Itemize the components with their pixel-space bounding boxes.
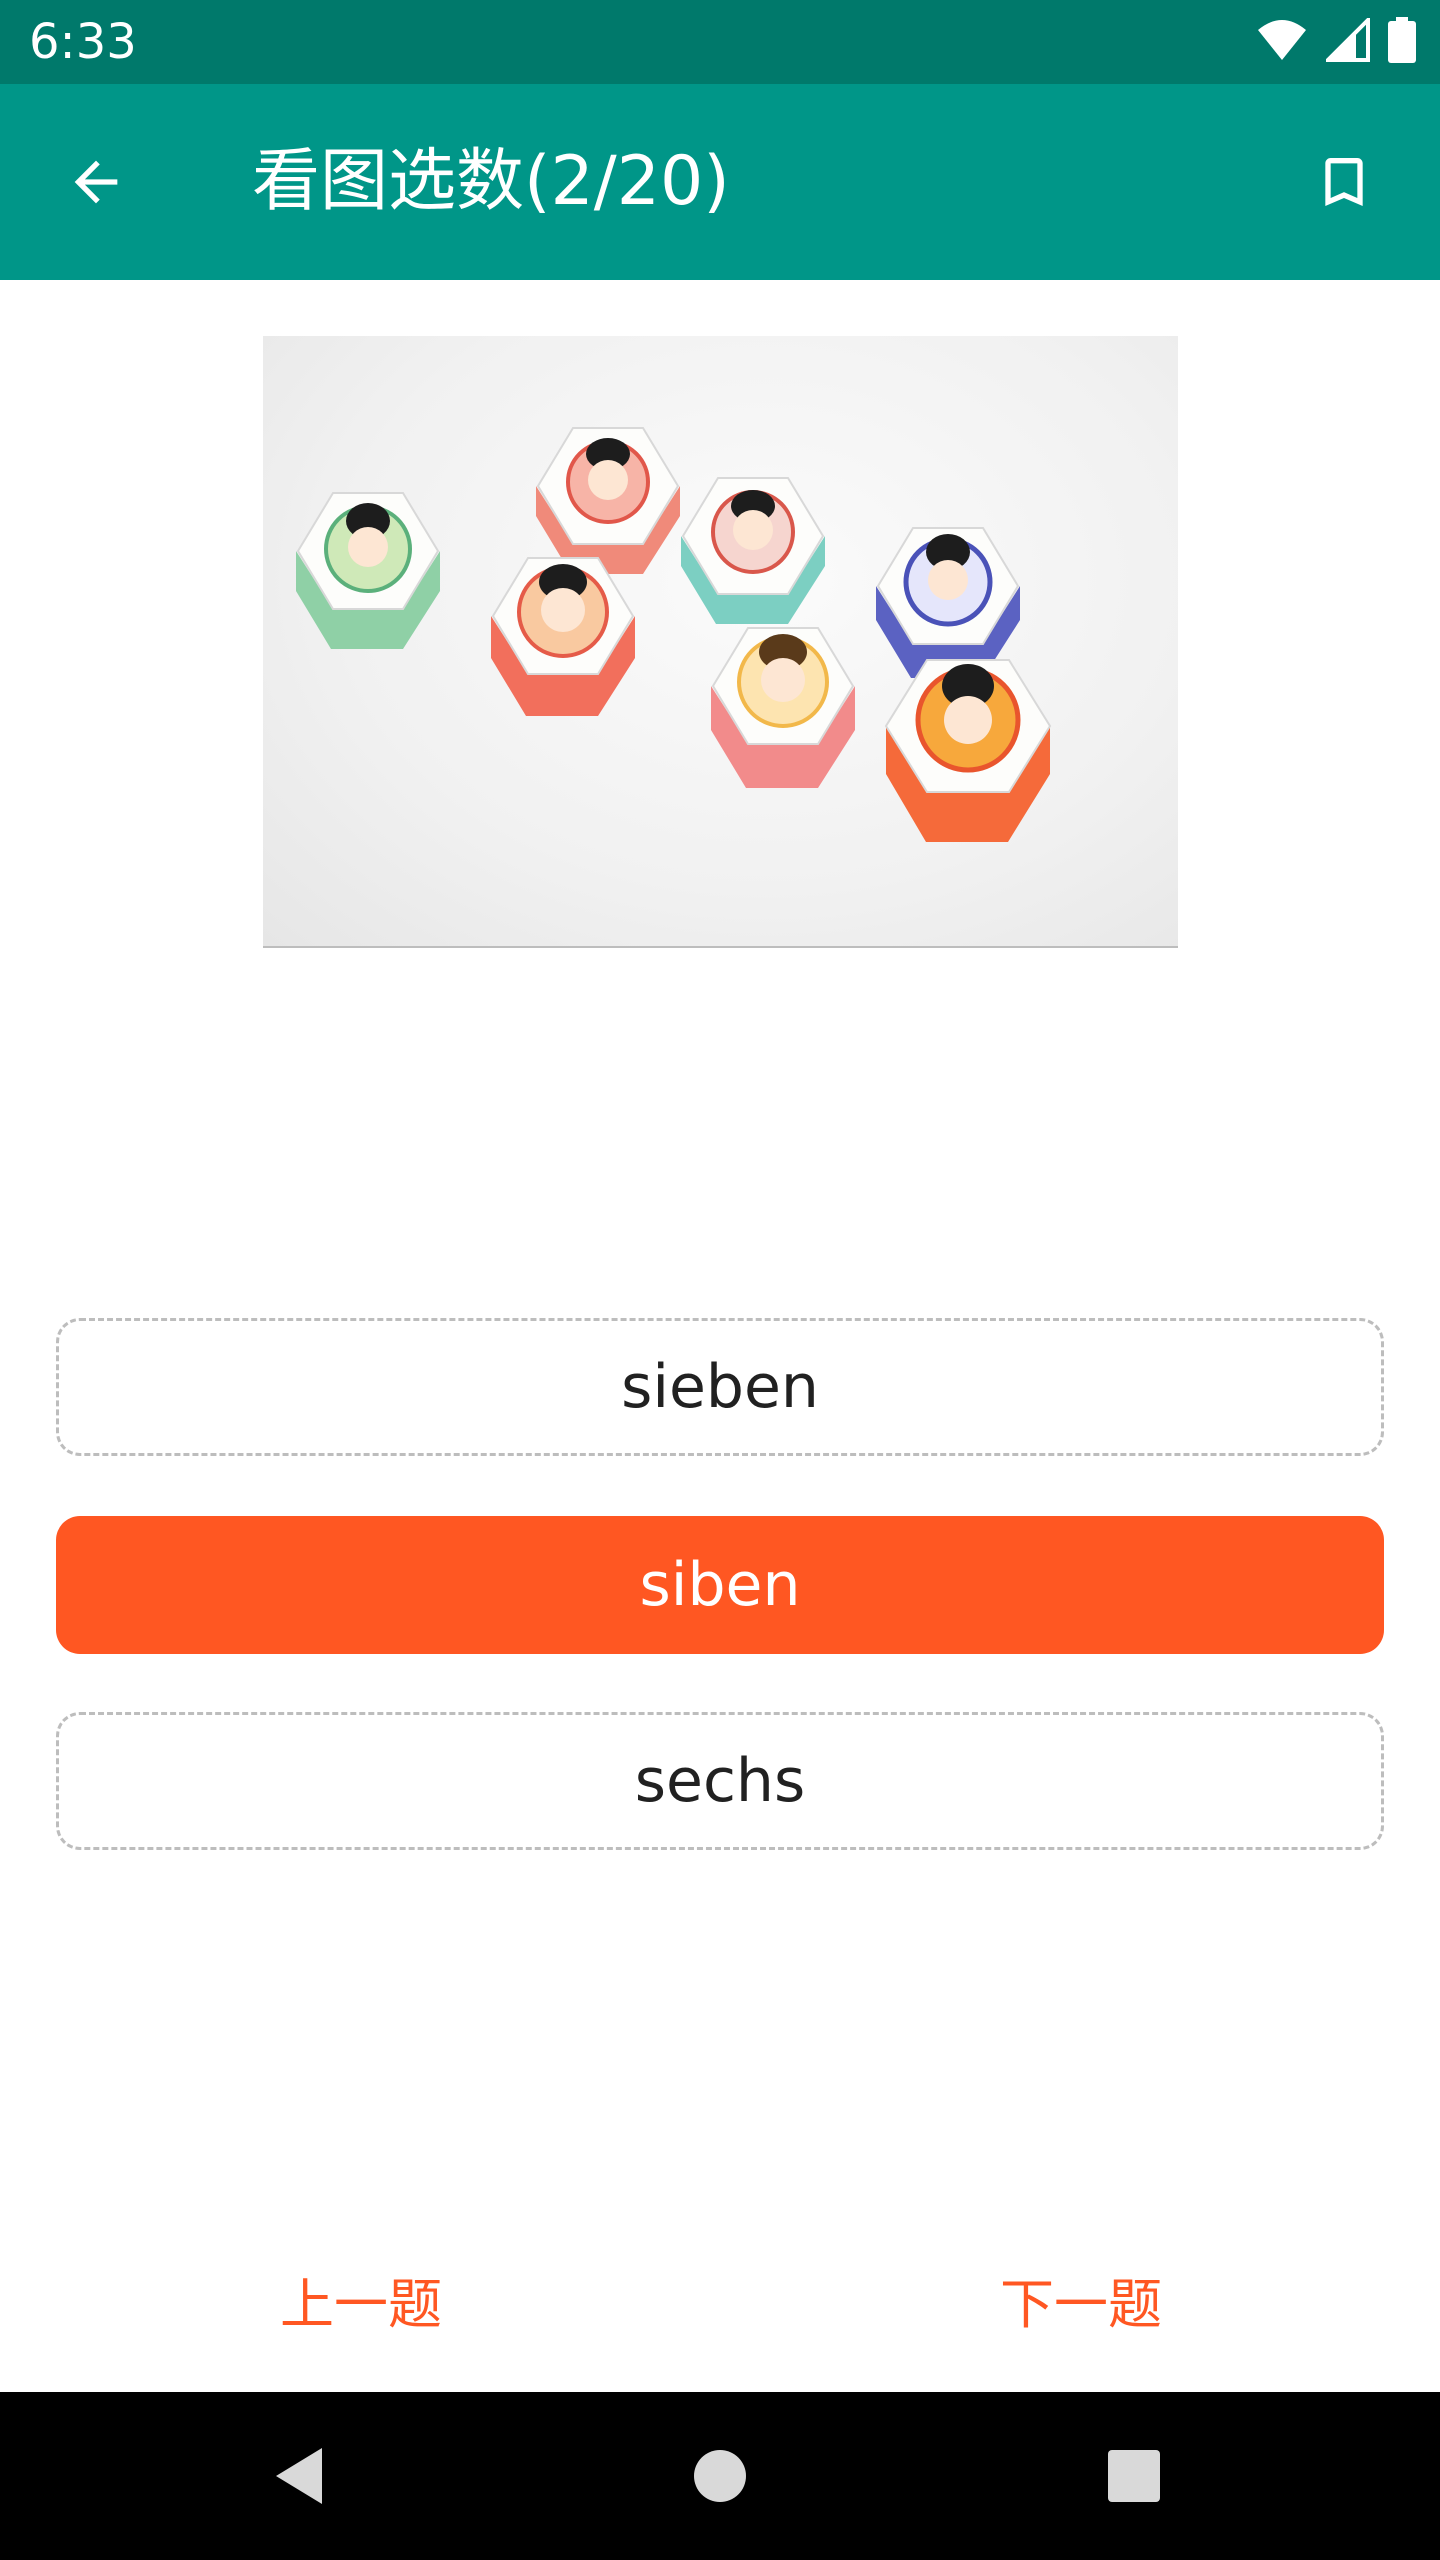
bookmark-button[interactable] — [1296, 134, 1392, 230]
status-icons — [1256, 14, 1416, 68]
back-button[interactable] — [48, 134, 144, 230]
bookmark-icon — [1325, 158, 1363, 206]
nav-home-button[interactable] — [678, 2434, 762, 2518]
option-label: siben — [639, 1550, 801, 1620]
system-nav-bar — [0, 2392, 1440, 2560]
next-question-button[interactable]: 下一题 — [1000, 2270, 1162, 2340]
previous-question-button[interactable]: 上一题 — [280, 2270, 442, 2340]
option-label: sechs — [634, 1746, 806, 1816]
nav-back-icon — [276, 2448, 322, 2504]
question-image — [263, 336, 1178, 948]
option-label: sieben — [621, 1352, 819, 1422]
status-bar: 6:33 — [0, 0, 1440, 84]
option-sieben[interactable]: sieben — [56, 1318, 1384, 1456]
wifi-icon — [1256, 18, 1308, 67]
battery-icon — [1388, 16, 1416, 68]
nav-home-icon — [694, 2450, 746, 2502]
gift-boxes-illustration — [296, 427, 1052, 842]
nav-recent-button[interactable] — [1092, 2434, 1176, 2518]
status-time: 6:33 — [29, 14, 137, 70]
nav-back-button[interactable] — [258, 2434, 342, 2518]
option-siben[interactable]: siben — [56, 1516, 1384, 1654]
page-title: 看图选数(2/20) — [252, 142, 730, 221]
option-sechs[interactable]: sechs — [56, 1712, 1384, 1850]
app-bar: 看图选数(2/20) — [0, 84, 1440, 280]
nav-recent-icon — [1108, 2450, 1160, 2502]
arrow-back-icon — [74, 160, 118, 204]
signal-icon — [1323, 14, 1370, 67]
